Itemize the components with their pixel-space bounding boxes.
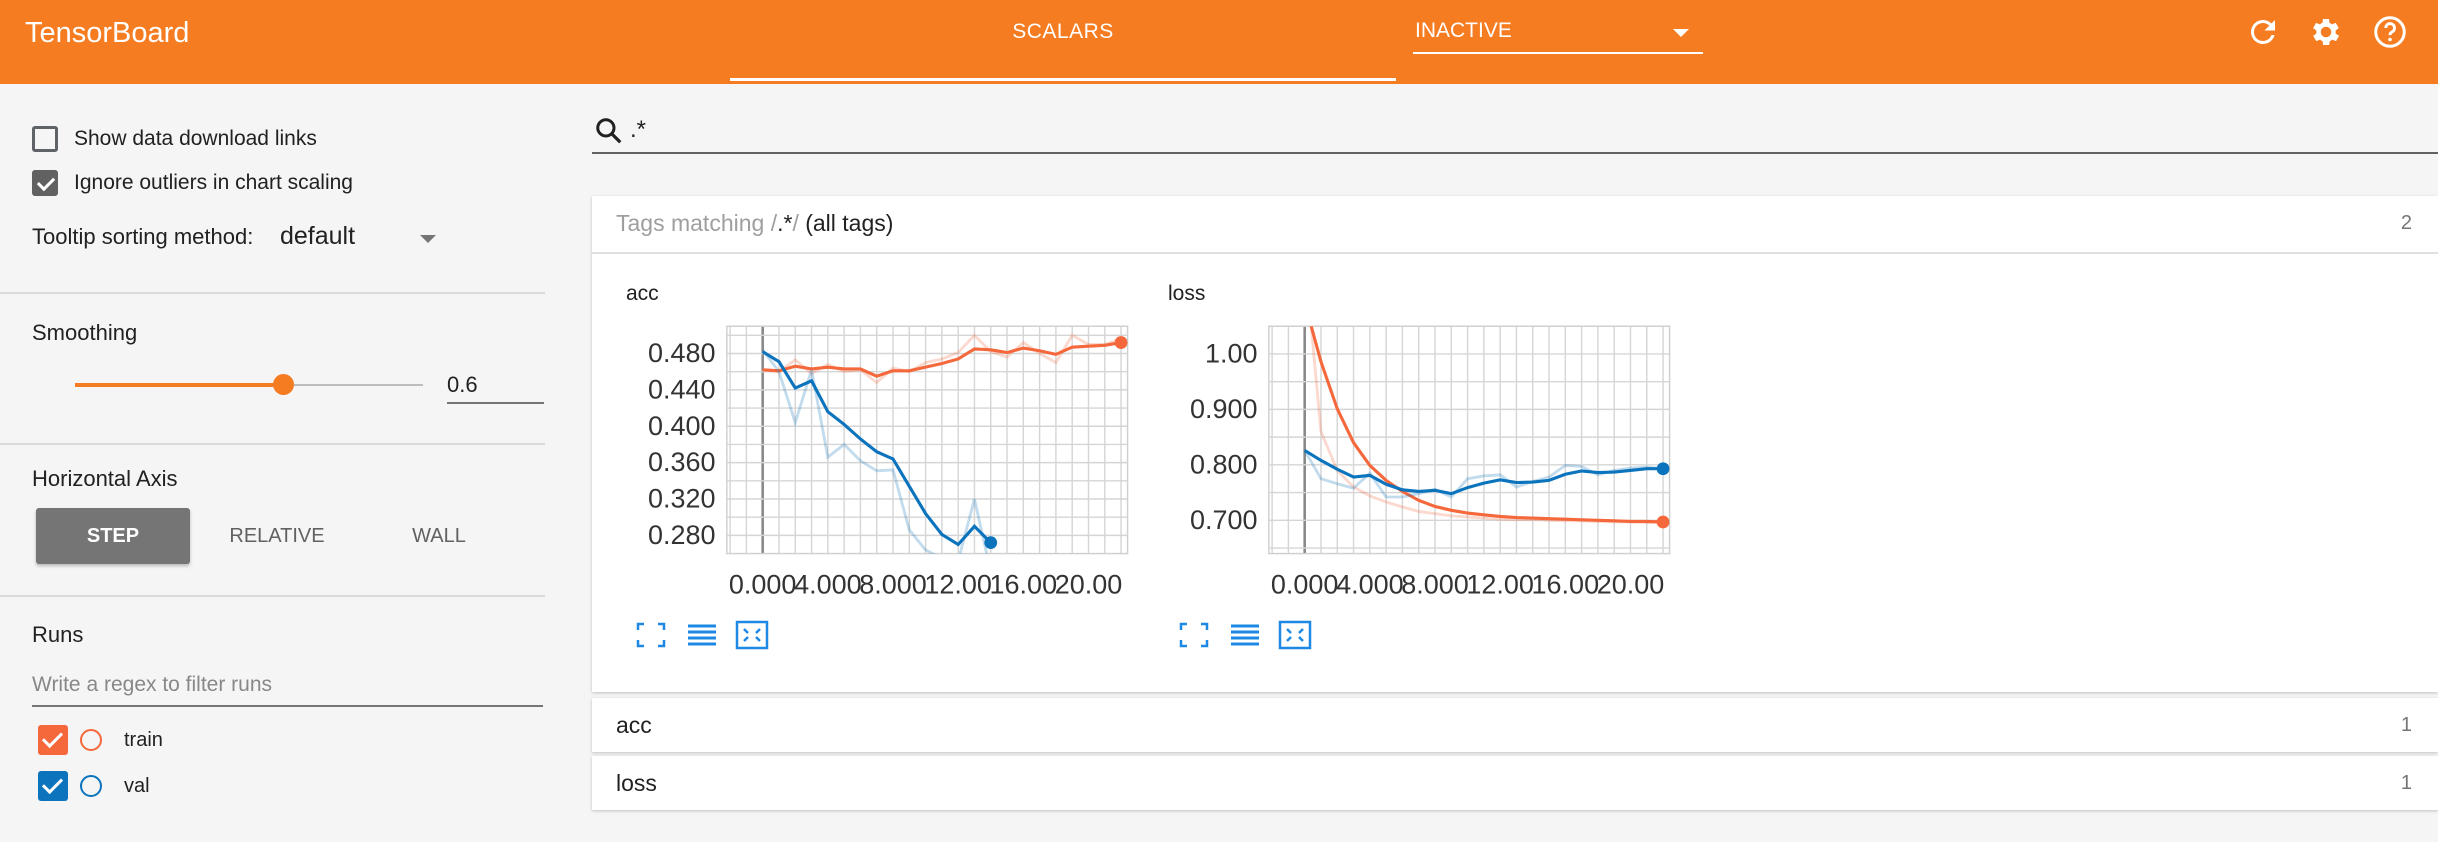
- y-tick-label: 0.900: [1190, 394, 1258, 424]
- axis-step-button[interactable]: STEP: [36, 508, 190, 564]
- dropdown-arrow-icon: [1673, 29, 1689, 37]
- y-tick-label: 0.320: [648, 484, 716, 514]
- tag-group-acc-title: acc: [616, 712, 652, 738]
- ignore-outliers-option[interactable]: Ignore outliers in chart scaling: [32, 168, 353, 198]
- axis-relative-button[interactable]: RELATIVE: [200, 508, 354, 564]
- series-val-endpoint: [984, 536, 998, 550]
- chart-acc[interactable]: 0.0004.0008.00012.0016.0020.00 0.480 0.440…: [616, 312, 1156, 612]
- run-train-checkbox[interactable]: [38, 725, 68, 755]
- y-tick-label: 0.400: [648, 411, 716, 441]
- series-train-endpoint: [1114, 336, 1128, 349]
- fit-domain-icon[interactable]: [735, 620, 769, 650]
- run-train-color-swatch[interactable]: [80, 729, 102, 751]
- x-tick-label: 20.00: [1055, 569, 1123, 599]
- tag-filter-input[interactable]: .*: [592, 110, 2438, 154]
- tag-group-prefix: Tags matching /: [616, 210, 778, 236]
- divider: [0, 443, 545, 445]
- chart-loss-title: loss: [1168, 282, 1206, 305]
- tooltip-sorting-label: Tooltip sorting method:: [32, 224, 254, 249]
- y-tick-label: 0.440: [648, 374, 716, 404]
- x-tick-label: 12.00: [924, 569, 992, 599]
- dashboard-selector[interactable]: INACTIVE: [1413, 16, 1703, 54]
- series-train-endpoint: [1656, 515, 1670, 529]
- run-filter-input[interactable]: Write a regex to filter runs: [32, 667, 543, 707]
- tag-group-loss[interactable]: loss 1: [592, 756, 2438, 810]
- tag-group-all: Tags matching /.*/ (all tags) 2 acc 0.00…: [592, 196, 2438, 692]
- x-tick-label: 12.00: [1466, 569, 1534, 599]
- y-tick-label: 0.800: [1190, 449, 1258, 479]
- tag-group-all-label: (all tags): [805, 210, 894, 236]
- tag-group-loss-title: loss: [616, 770, 657, 796]
- ignore-outliers-checkbox[interactable]: [32, 170, 58, 196]
- x-tick-label: 16.00: [1532, 569, 1600, 599]
- plot-border: [726, 325, 1129, 555]
- run-train-label: train: [124, 728, 163, 751]
- tab-scalars[interactable]: SCALARS: [730, 0, 1396, 84]
- y-tick-label: 0.360: [648, 447, 716, 477]
- tag-group-regex: .*: [777, 210, 793, 236]
- divider: [0, 292, 545, 294]
- divider: [0, 595, 545, 597]
- runs-title: Runs: [32, 622, 84, 647]
- x-tick-label: 0.000: [729, 569, 797, 599]
- ignore-outliers-label: Ignore outliers in chart scaling: [74, 171, 353, 194]
- tag-group-count: 2: [2400, 212, 2412, 234]
- settings-gear-icon[interactable]: [2308, 14, 2344, 50]
- toggle-log-scale-icon[interactable]: [1228, 620, 1262, 650]
- fit-domain-icon[interactable]: [1278, 620, 1312, 650]
- axis-wall-button[interactable]: WALL: [362, 508, 516, 564]
- tag-group-suffix: /: [792, 210, 799, 236]
- smoothing-slider-fill: [75, 383, 283, 387]
- x-tick-label: 4.000: [1336, 569, 1404, 599]
- tag-group-loss-count: 1: [2400, 772, 2412, 794]
- tooltip-sorting-dropdown[interactable]: default: [280, 222, 355, 251]
- chart-acc-title: acc: [626, 282, 659, 305]
- show-download-links-checkbox[interactable]: [32, 126, 58, 152]
- run-val-color-swatch[interactable]: [80, 775, 102, 797]
- refresh-icon[interactable]: [2245, 14, 2281, 50]
- sidebar: Show data download links Ignore outliers…: [0, 84, 545, 842]
- x-tick-label: 16.00: [990, 569, 1058, 599]
- chart-loss[interactable]: 0.0004.0008.00012.0016.0020.00 1.00 0.900 0…: [1158, 312, 1698, 612]
- top-app-bar: TensorBoard SCALARS INACTIVE: [0, 0, 2438, 84]
- dropdown-arrow-icon[interactable]: [420, 235, 436, 243]
- fullscreen-icon[interactable]: [634, 620, 668, 650]
- run-val-checkbox[interactable]: [38, 771, 68, 801]
- x-tick-label: 8.000: [859, 569, 927, 599]
- search-icon: [596, 118, 622, 144]
- help-icon[interactable]: [2372, 14, 2408, 50]
- y-tick-label: 0.480: [648, 338, 716, 368]
- run-item-val[interactable]: val: [38, 770, 150, 802]
- active-tab-indicator: [730, 78, 1396, 81]
- y-tick-label: 1.00: [1205, 338, 1258, 368]
- x-tick-label: 8.000: [1401, 569, 1469, 599]
- toggle-log-scale-icon[interactable]: [685, 620, 719, 650]
- smoothing-slider-knob[interactable]: [273, 374, 294, 395]
- run-val-label: val: [124, 774, 150, 797]
- y-tick-label: 0.700: [1190, 505, 1258, 535]
- smoothing-value-input[interactable]: 0.6: [447, 364, 544, 404]
- y-tick-label: 0.280: [648, 520, 716, 550]
- divider: [592, 252, 2438, 254]
- tab-scalars-label: SCALARS: [1012, 20, 1114, 43]
- show-download-links-option[interactable]: Show data download links: [32, 124, 317, 154]
- plot-area: 0.0004.0008.00012.0016.0020.00 1.00 0.900 0…: [1190, 325, 1671, 599]
- tag-filter-value: .*: [630, 116, 647, 143]
- app-title: TensorBoard: [25, 17, 190, 49]
- tag-group-acc[interactable]: acc 1: [592, 698, 2438, 752]
- x-tick-label: 4.000: [794, 569, 862, 599]
- series-val-endpoint: [1656, 462, 1670, 476]
- fullscreen-icon[interactable]: [1177, 620, 1211, 650]
- tag-group-header[interactable]: Tags matching /.*/ (all tags): [616, 210, 893, 237]
- tag-group-acc-count: 1: [2400, 714, 2412, 736]
- run-item-train[interactable]: train: [38, 724, 163, 756]
- smoothing-title: Smoothing: [32, 320, 138, 345]
- x-tick-label: 0.000: [1271, 569, 1339, 599]
- dashboard-selector-value: INACTIVE: [1415, 19, 1512, 42]
- x-tick-label: 20.00: [1597, 569, 1665, 599]
- horizontal-axis-title: Horizontal Axis: [32, 466, 178, 491]
- show-download-links-label: Show data download links: [74, 127, 317, 150]
- plot-area: 0.0004.0008.00012.0016.0020.00 0.480 0.440…: [648, 325, 1129, 599]
